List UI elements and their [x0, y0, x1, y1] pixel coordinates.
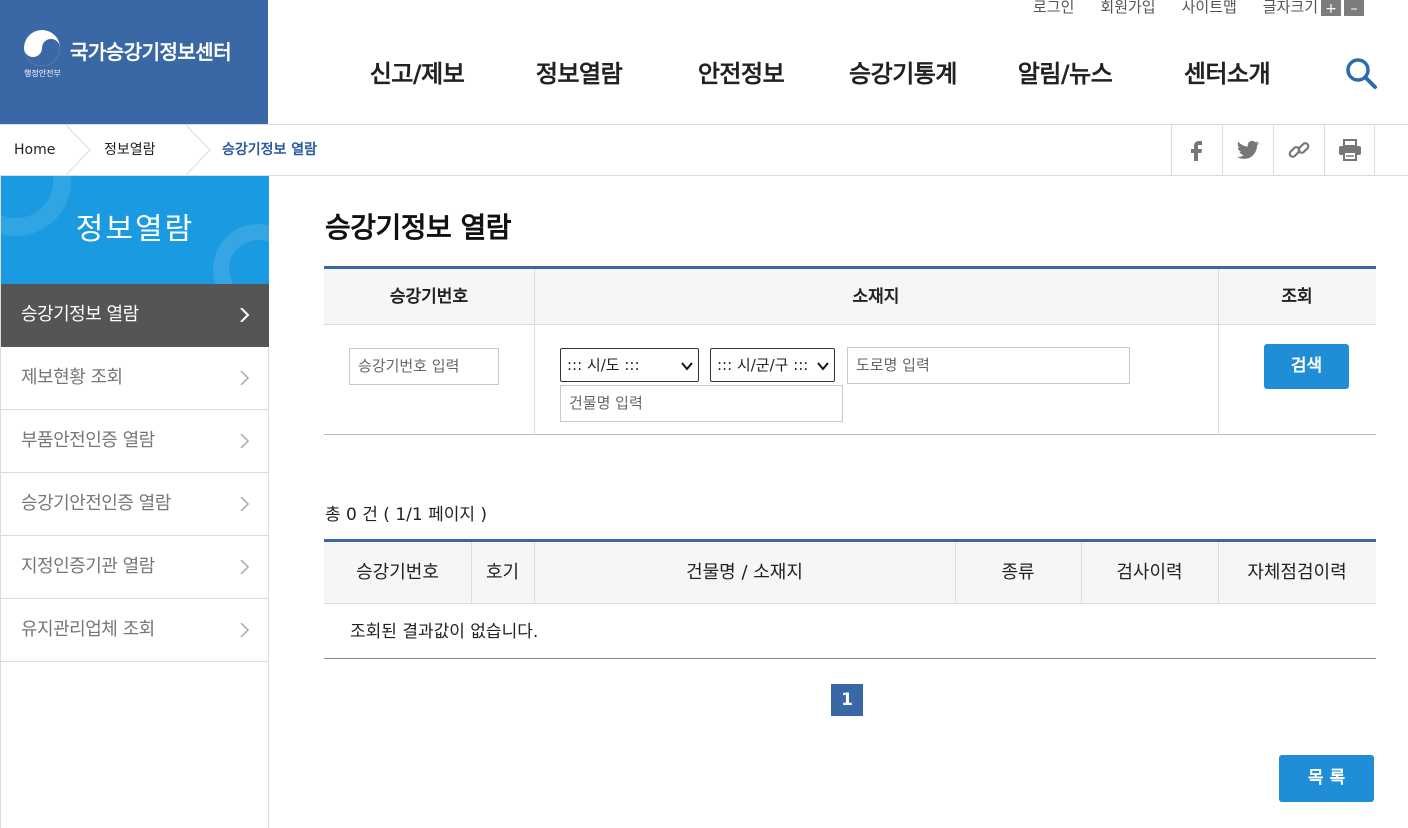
column-header-type: 종류	[955, 542, 1081, 604]
column-header-elevator-number: 승강기번호	[324, 542, 471, 604]
nav-about[interactable]: 센터소개	[1146, 54, 1308, 89]
column-header-self-check: 자체점검이력	[1218, 542, 1376, 604]
chevron-right-icon	[240, 623, 250, 637]
elevator-number-input[interactable]: 승강기번호 입력	[349, 348, 499, 385]
column-header-number: 승강기번호	[324, 269, 534, 325]
nav-news[interactable]: 알림/뉴스	[984, 54, 1146, 89]
chevron-down-icon	[817, 362, 829, 371]
join-link[interactable]: 회원가입	[1100, 0, 1155, 18]
chevron-down-icon	[681, 362, 693, 371]
main-navigation: 신고/제보 정보열람 안전정보 승강기통계 알림/뉴스 센터소개	[336, 54, 1308, 89]
breadcrumb-home[interactable]: Home	[14, 125, 55, 175]
result-table: 승강기번호 호기 건물명 / 소재지 종류 검사이력 자체점검이력 조회된 결과…	[324, 539, 1376, 659]
site-title: 국가승강기정보센터	[70, 40, 232, 64]
print-button[interactable]	[1324, 125, 1375, 175]
pagination-page-1[interactable]: 1	[831, 684, 863, 716]
font-size-control: 글자크기 + –	[1263, 0, 1364, 18]
chevron-right-icon	[240, 371, 250, 385]
nav-report[interactable]: 신고/제보	[336, 54, 498, 89]
list-button[interactable]: 목 록	[1279, 755, 1374, 802]
sidebar-header: 정보열람	[1, 176, 269, 284]
facebook-share-button[interactable]	[1171, 125, 1222, 175]
column-header-inspection: 검사이력	[1081, 542, 1218, 604]
sidebar-item-parts-certification[interactable]: 부품안전인증 열람	[1, 410, 269, 473]
column-header-building: 건물명 / 소재지	[534, 542, 955, 604]
link-icon	[1288, 142, 1310, 158]
sidebar-item-label: 제보현황 조회	[21, 367, 123, 388]
twitter-icon	[1237, 140, 1260, 159]
sidebar-item-elevator-certification[interactable]: 승강기안전인증 열람	[1, 473, 269, 536]
breadcrumb-level1[interactable]: 정보열람	[104, 125, 156, 175]
sidebar-item-maintenance-company[interactable]: 유지관리업체 조회	[1, 599, 269, 662]
road-name-input[interactable]: 도로명 입력	[847, 347, 1130, 384]
column-header-location: 소재지	[534, 269, 1218, 325]
utility-menu: 로그인 회원가입 사이트맵 글자크기 + –	[1033, 0, 1364, 18]
sidebar-item-label: 유지관리업체 조회	[21, 619, 155, 640]
twitter-share-button[interactable]	[1222, 125, 1273, 175]
government-emblem-icon	[24, 30, 60, 66]
breadcrumb-current: 승강기정보 열람	[222, 142, 318, 158]
print-icon	[1338, 139, 1361, 161]
search-icon[interactable]	[1344, 56, 1378, 90]
sidebar-item-label: 승강기정보 열람	[21, 304, 139, 325]
ministry-label: 행정안전부	[24, 69, 61, 78]
sitemap-link[interactable]: 사이트맵	[1182, 0, 1237, 18]
font-decrease-button[interactable]: –	[1344, 0, 1364, 17]
sidebar-item-designated-agency[interactable]: 지정인증기관 열람	[1, 536, 269, 599]
breadcrumb: Home 정보열람 승강기정보 열람	[0, 124, 1408, 176]
site-logo[interactable]: 국가승강기정보센터 행정안전부	[0, 0, 268, 124]
breadcrumb-separator-icon	[185, 125, 211, 175]
sidebar-item-label: 승강기안전인증 열람	[21, 493, 171, 514]
sidebar-item-label: 부품안전인증 열람	[21, 430, 155, 451]
copy-link-button[interactable]	[1273, 125, 1324, 175]
chevron-right-icon	[240, 497, 250, 511]
empty-result-message: 조회된 결과값이 없습니다.	[350, 622, 539, 642]
sidebar-item-elevator-info[interactable]: 승강기정보 열람	[1, 284, 269, 347]
nav-statistics[interactable]: 승강기통계	[822, 54, 984, 89]
chevron-right-icon	[240, 560, 250, 574]
font-increase-button[interactable]: +	[1321, 0, 1341, 17]
search-button[interactable]: 검색	[1264, 344, 1349, 389]
result-count: 총 0 건 ( 1/1 페이지 )	[325, 505, 488, 525]
nav-info[interactable]: 정보열람	[498, 54, 660, 89]
chevron-right-icon	[240, 434, 250, 448]
page-title: 승강기정보 열람	[325, 211, 512, 244]
login-link[interactable]: 로그인	[1033, 0, 1074, 18]
sidebar-item-label: 지정인증기관 열람	[21, 556, 155, 577]
sidebar-item-report-status[interactable]: 제보현황 조회	[1, 347, 269, 410]
font-size-label: 글자크기	[1262, 0, 1318, 16]
sigungu-select-value: ::: 시/군/구 :::	[717, 356, 809, 374]
facebook-icon	[1191, 141, 1202, 161]
search-form: 승강기번호 소재지 조회 승강기번호 입력 ::: 시/도 ::: ::: 시/…	[324, 266, 1376, 435]
sigungu-select[interactable]: ::: 시/군/구 :::	[710, 348, 835, 382]
sidebar: 정보열람 승강기정보 열람 제보현황 조회 부품안전인증 열람 승강기안전인증 …	[0, 176, 269, 828]
sido-select[interactable]: ::: 시/도 :::	[560, 348, 699, 382]
column-header-query: 조회	[1218, 269, 1376, 325]
sido-select-value: ::: 시/도 :::	[567, 356, 640, 374]
column-header-unit: 호기	[471, 542, 534, 604]
nav-safety[interactable]: 안전정보	[660, 54, 822, 89]
chevron-right-icon	[240, 308, 250, 322]
sidebar-title: 정보열람	[75, 212, 195, 247]
breadcrumb-separator-icon	[65, 125, 91, 175]
building-name-input[interactable]: 건물명 입력	[560, 385, 843, 422]
